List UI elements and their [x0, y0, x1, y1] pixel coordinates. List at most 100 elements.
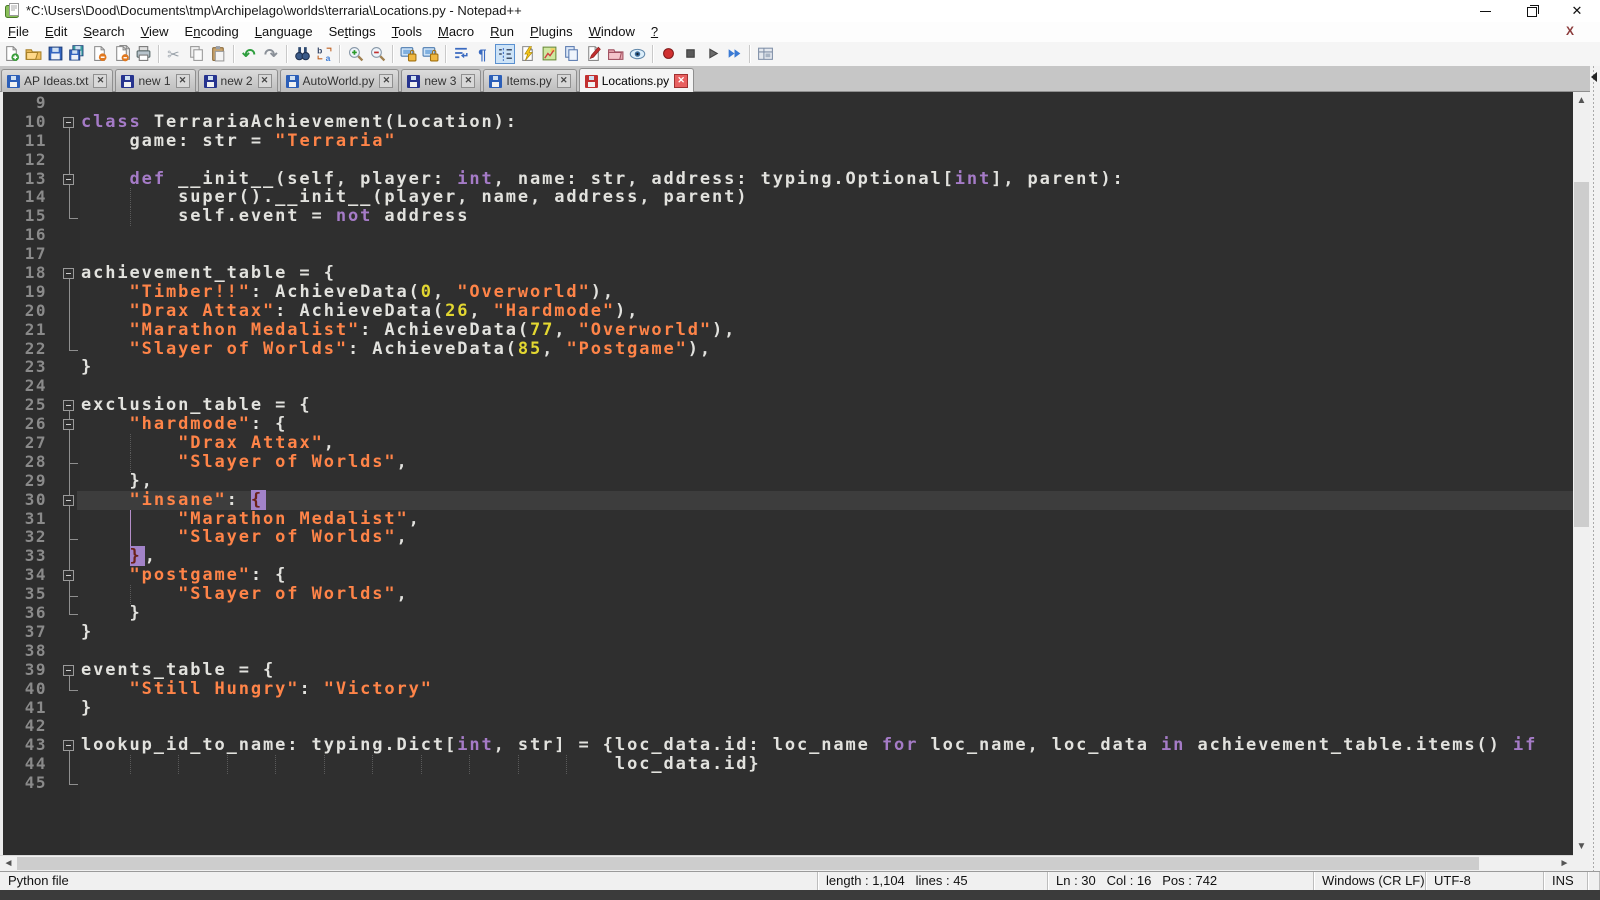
macro-record-icon[interactable] [658, 44, 678, 64]
code-line-45[interactable]: 45 [3, 774, 1573, 793]
code-line-24[interactable]: 24 [3, 377, 1573, 396]
tab-close-icon[interactable]: ✕ [674, 74, 688, 88]
code-line-36[interactable]: 36 } [3, 604, 1573, 623]
code-line-10[interactable]: 10class TerrariaAchievement(Location): [3, 113, 1573, 132]
cut-icon[interactable]: ✂ [164, 44, 184, 64]
code-line-11[interactable]: 11 game: str = "Terraria" [3, 132, 1573, 151]
redo-icon[interactable]: ↷ [261, 44, 281, 64]
code-line-25[interactable]: 25exclusion_table = { [3, 396, 1573, 415]
code-line-16[interactable]: 16 [3, 226, 1573, 245]
close-document-icon[interactable]: X [1566, 24, 1574, 38]
fold-margin[interactable] [58, 736, 80, 755]
tab-close-icon[interactable]: ✕ [176, 74, 190, 88]
tab-new-2[interactable]: new 2✕ [198, 69, 278, 92]
word-wrap-icon[interactable] [451, 44, 471, 64]
sync-vertical-scroll-icon[interactable] [398, 44, 418, 64]
menu-tools[interactable]: Tools [384, 22, 430, 42]
code-line-38[interactable]: 38 [3, 642, 1573, 661]
vertical-scrollbar[interactable]: ▲ ▼ [1573, 92, 1590, 855]
tab-new-1[interactable]: new 1✕ [115, 69, 195, 92]
code-line-41[interactable]: 41} [3, 699, 1573, 718]
code-line-43[interactable]: 43lookup_id_to_name: typing.Dict[int, st… [3, 736, 1573, 755]
code-line-18[interactable]: 18achievement_table = { [3, 264, 1573, 283]
tab-new-3[interactable]: new 3✕ [401, 69, 481, 92]
tab-overflow-arrow-icon[interactable] [1591, 72, 1597, 82]
fold-collapse-icon[interactable] [63, 268, 74, 279]
fold-margin[interactable] [58, 661, 80, 680]
code-line-37[interactable]: 37} [3, 623, 1573, 642]
code-line-32[interactable]: 32 "Slayer of Worlds", [3, 528, 1573, 547]
code-line-31[interactable]: 31 "Marathon Medalist", [3, 510, 1573, 529]
code-line-19[interactable]: 19 "Timber!!": AchieveData(0, "Overworld… [3, 283, 1573, 302]
fold-collapse-icon[interactable] [63, 117, 74, 128]
menu-encoding[interactable]: Encoding [177, 22, 247, 42]
monitoring-icon[interactable] [627, 44, 647, 64]
tab-close-icon[interactable]: ✕ [557, 74, 571, 88]
code-line-14[interactable]: 14 super().__init__(player, name, addres… [3, 188, 1573, 207]
save-icon[interactable] [45, 44, 65, 64]
code-line-39[interactable]: 39events_table = { [3, 661, 1573, 680]
menu-language[interactable]: Language [247, 22, 321, 42]
horizontal-scrollbar[interactable]: ◄ ► [0, 855, 1573, 871]
fold-margin[interactable] [58, 113, 80, 132]
code-line-12[interactable]: 12 [3, 151, 1573, 170]
undo-icon[interactable]: ↶ [239, 44, 259, 64]
document-list-icon[interactable] [561, 44, 581, 64]
code-line-21[interactable]: 21 "Marathon Medalist": AchieveData(77, … [3, 321, 1573, 340]
code-line-23[interactable]: 23} [3, 358, 1573, 377]
sync-horizontal-scroll-icon[interactable] [420, 44, 440, 64]
fold-collapse-icon[interactable] [63, 174, 74, 185]
menu-macro[interactable]: Macro [430, 22, 482, 42]
function-list-icon[interactable] [583, 44, 603, 64]
fold-collapse-icon[interactable] [63, 740, 74, 751]
menu-?[interactable]: ? [643, 22, 666, 42]
fold-collapse-icon[interactable] [63, 495, 74, 506]
show-all-characters-icon[interactable]: ¶ [473, 44, 493, 64]
zoom-out-icon[interactable] [367, 44, 387, 64]
tab-autoworld-py[interactable]: AutoWorld.py✕ [280, 69, 400, 92]
macro-run-multiple-icon[interactable] [724, 44, 744, 64]
tab-close-icon[interactable]: ✕ [258, 74, 272, 88]
horizontal-scrollbar-thumb[interactable] [17, 857, 1479, 870]
close-button[interactable]: ✕ [1554, 0, 1600, 22]
menu-edit[interactable]: Edit [37, 22, 75, 42]
code-line-26[interactable]: 26 "hardmode": { [3, 415, 1573, 434]
code-line-27[interactable]: 27 "Drax Attax", [3, 434, 1573, 453]
close-icon[interactable] [89, 44, 109, 64]
code-line-28[interactable]: 28 "Slayer of Worlds", [3, 453, 1573, 472]
tab-locations-py[interactable]: Locations.py✕ [579, 68, 694, 94]
fold-collapse-icon[interactable] [63, 419, 74, 430]
fold-margin[interactable] [58, 415, 80, 434]
scroll-left-icon[interactable]: ◄ [0, 856, 17, 871]
editor[interactable]: 910class TerrariaAchievement(Location):1… [3, 92, 1573, 855]
fold-collapse-icon[interactable] [63, 400, 74, 411]
code-line-40[interactable]: 40 "Still Hungry": "Victory" [3, 680, 1573, 699]
code-line-29[interactable]: 29 }, [3, 472, 1573, 491]
find-icon[interactable] [292, 44, 312, 64]
menu-settings[interactable]: Settings [321, 22, 384, 42]
show-indent-guide-icon[interactable] [495, 44, 515, 64]
code-line-34[interactable]: 34 "postgame": { [3, 566, 1573, 585]
scroll-down-icon[interactable]: ▼ [1573, 838, 1590, 855]
code-line-9[interactable]: 9 [3, 94, 1573, 113]
scroll-right-icon[interactable]: ► [1556, 856, 1573, 871]
save-all-icon[interactable] [67, 44, 87, 64]
code-line-15[interactable]: 15 self.event = not address [3, 207, 1573, 226]
code-line-17[interactable]: 17 [3, 245, 1573, 264]
zoom-in-icon[interactable] [345, 44, 365, 64]
replace-icon[interactable]: ba [314, 44, 334, 64]
fold-margin[interactable] [58, 566, 80, 585]
tab-close-icon[interactable]: ✕ [461, 74, 475, 88]
tab-items-py[interactable]: Items.py✕ [483, 69, 576, 92]
define-language-icon[interactable] [517, 44, 537, 64]
tab-close-icon[interactable]: ✕ [379, 74, 393, 88]
fold-margin[interactable] [58, 170, 80, 189]
tab-close-icon[interactable]: ✕ [93, 74, 107, 88]
fold-collapse-icon[interactable] [63, 570, 74, 581]
code-line-42[interactable]: 42 [3, 717, 1573, 736]
code-line-22[interactable]: 22 "Slayer of Worlds": AchieveData(85, "… [3, 340, 1573, 359]
menu-plugins[interactable]: Plugins [522, 22, 581, 42]
fold-margin[interactable] [58, 264, 80, 283]
close-all-icon[interactable] [111, 44, 131, 64]
document-map-icon[interactable] [539, 44, 559, 64]
